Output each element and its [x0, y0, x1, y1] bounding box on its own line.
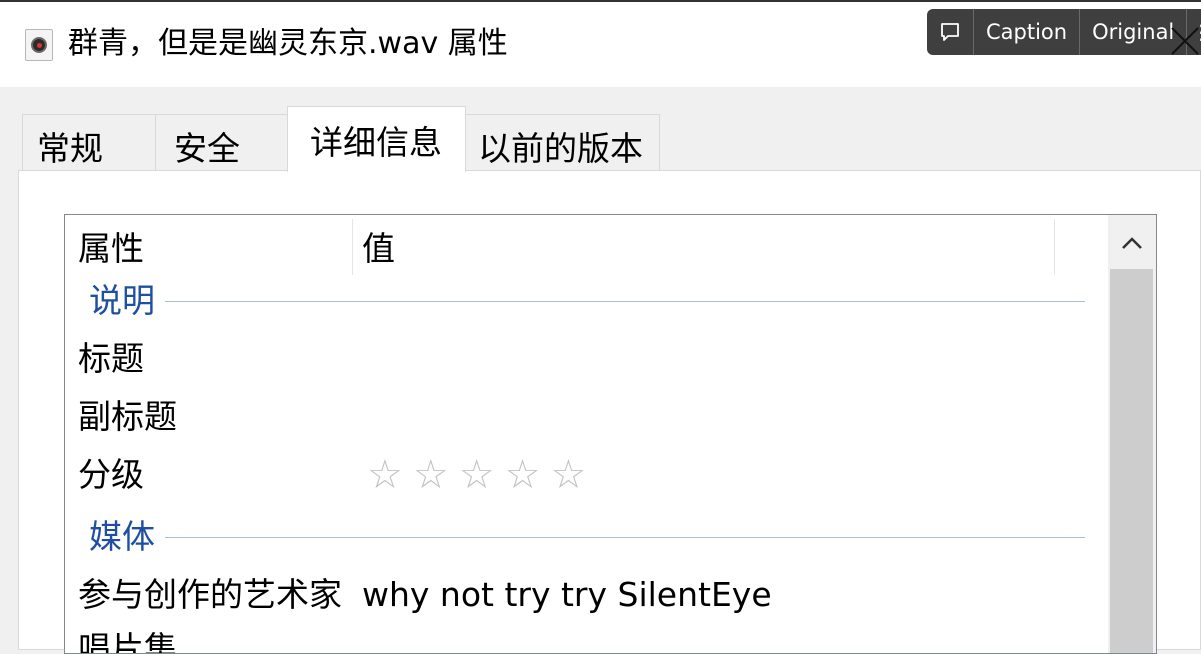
- details-list[interactable]: 属性 值 说明 标题 副标题 分级 ☆ ☆ ☆ ☆ ☆ 媒体 参与创作的艺术家 …: [64, 214, 1157, 654]
- column-header-value[interactable]: 值: [362, 229, 395, 269]
- translation-overlay-toolbar: Caption Original ⋮: [927, 9, 1201, 55]
- group-header-media: 媒体: [89, 517, 155, 556]
- group-divider: [165, 301, 1085, 302]
- property-title-label[interactable]: 标题: [78, 339, 144, 379]
- column-divider[interactable]: [1054, 219, 1055, 275]
- property-rating-label[interactable]: 分级: [78, 455, 144, 495]
- scroll-up-button[interactable]: [1108, 215, 1156, 271]
- tab-details[interactable]: 详细信息: [287, 106, 466, 172]
- scrollbar-thumb[interactable]: [1110, 269, 1153, 653]
- close-icon[interactable]: [1168, 24, 1201, 58]
- comment-icon: [941, 23, 959, 41]
- star-icon[interactable]: ☆: [413, 455, 449, 495]
- tab-previous-versions[interactable]: 以前的版本: [464, 114, 660, 172]
- star-icon[interactable]: ☆: [550, 455, 586, 495]
- property-subtitle-label[interactable]: 副标题: [78, 397, 177, 437]
- comment-button[interactable]: [927, 9, 974, 55]
- audio-file-icon: [25, 29, 53, 61]
- tab-security[interactable]: 安全: [155, 114, 289, 172]
- group-header-description: 说明: [89, 281, 155, 320]
- window-title: 群青，但是是幽灵东京.wav 属性: [68, 26, 508, 61]
- column-header-property[interactable]: 属性: [78, 229, 144, 269]
- column-divider[interactable]: [352, 219, 353, 275]
- star-icon[interactable]: ☆: [505, 455, 541, 495]
- group-divider: [165, 537, 1085, 538]
- caption-button[interactable]: Caption: [974, 9, 1081, 55]
- star-icon[interactable]: ☆: [367, 455, 403, 495]
- property-contributing-artists-value[interactable]: why not try try SilentEye: [362, 575, 772, 615]
- star-icon[interactable]: ☆: [459, 455, 495, 495]
- rating-stars[interactable]: ☆ ☆ ☆ ☆ ☆: [367, 455, 586, 495]
- tab-general[interactable]: 常规: [22, 114, 156, 172]
- property-album-label[interactable]: 唱片集: [78, 629, 177, 653]
- chevron-up-icon: [1122, 237, 1142, 249]
- property-contributing-artists-label[interactable]: 参与创作的艺术家: [78, 575, 342, 615]
- vertical-scrollbar[interactable]: [1108, 215, 1156, 653]
